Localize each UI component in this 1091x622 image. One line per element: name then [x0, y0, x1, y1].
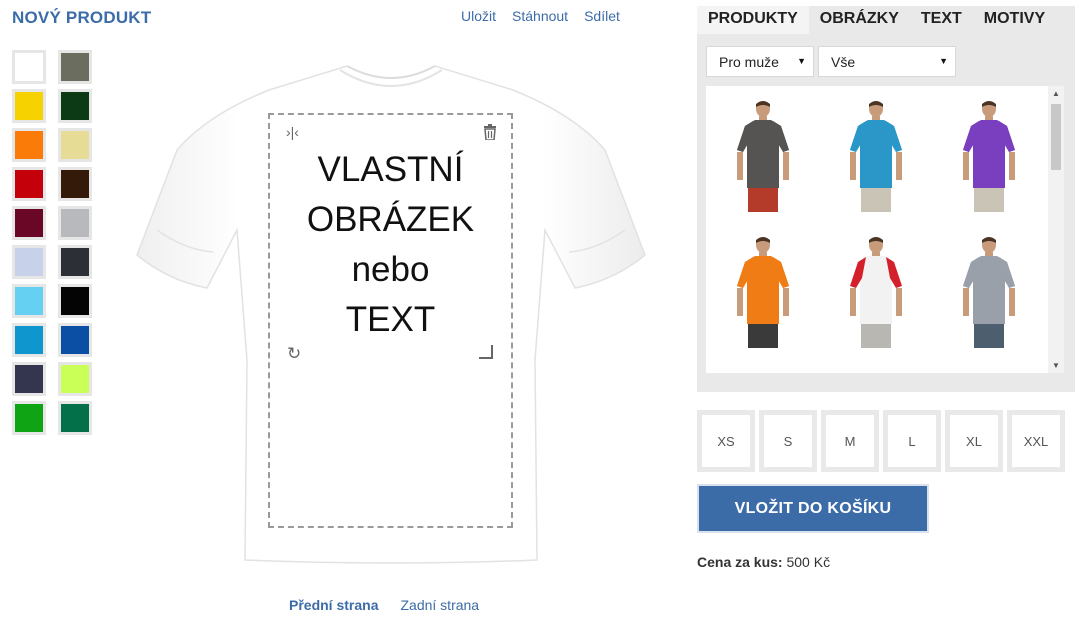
rotate-icon[interactable]: ↻	[287, 345, 301, 362]
print-text-line: OBRÁZEK	[306, 200, 475, 239]
dropdown-arrow-icon: ▼	[797, 56, 806, 66]
color-swatch[interactable]	[58, 167, 92, 201]
product-thumbnail[interactable]	[933, 222, 1046, 358]
product-panel: PRODUKTY OBRÁZKY TEXT MOTIVY Pro muže ▼ …	[697, 6, 1075, 392]
print-area[interactable]: ›|‹ VLASTNÍ OBRÁZEK nebo TEXT ↻	[268, 113, 513, 528]
product-gallery: ▲ ▼	[706, 86, 1064, 373]
size-selector: XS S M L XL XXL	[697, 410, 1065, 472]
tab-products[interactable]: PRODUKTY	[697, 6, 809, 34]
size-label: XXL	[1012, 415, 1060, 467]
type-select-value: Vše	[831, 54, 856, 70]
price-info: Cena za kus: 500 Kč	[697, 554, 830, 570]
gallery-scrollbar[interactable]: ▲ ▼	[1048, 86, 1064, 373]
color-swatch[interactable]	[12, 323, 46, 357]
type-select[interactable]: Vše ▼	[818, 46, 956, 77]
size-label: XL	[950, 415, 998, 467]
color-swatch[interactable]	[58, 323, 92, 357]
save-link[interactable]: Uložit	[461, 8, 496, 24]
color-swatch[interactable]	[12, 128, 46, 162]
size-label: S	[764, 415, 812, 467]
size-option[interactable]: XL	[945, 410, 1003, 472]
trash-icon[interactable]	[483, 124, 497, 142]
resize-icon[interactable]	[479, 345, 493, 359]
tab-images[interactable]: OBRÁZKY	[809, 6, 910, 34]
product-grid	[706, 86, 1046, 358]
price-label: Cena za kus:	[697, 554, 783, 570]
size-option[interactable]: XXL	[1007, 410, 1065, 472]
color-swatch[interactable]	[12, 167, 46, 201]
size-option[interactable]: L	[883, 410, 941, 472]
tab-text[interactable]: TEXT	[910, 6, 973, 34]
filters: Pro muže ▼ Vše ▼	[706, 46, 956, 77]
model-image	[849, 237, 902, 348]
side-tabs: Přední strana Zadní strana	[289, 597, 479, 613]
size-option[interactable]: XS	[697, 410, 755, 472]
size-label: XS	[702, 415, 750, 467]
color-swatch[interactable]	[12, 206, 46, 240]
size-option[interactable]: M	[821, 410, 879, 472]
color-swatch[interactable]	[12, 245, 46, 279]
tab-front-side[interactable]: Přední strana	[289, 597, 378, 613]
top-links: Uložit Stáhnout Sdílet	[461, 8, 620, 24]
mirror-icon[interactable]: ›|‹	[286, 125, 299, 139]
model-image	[849, 101, 902, 212]
price-value: 500 Kč	[786, 554, 831, 570]
size-label: M	[826, 415, 874, 467]
gender-select-value: Pro muže	[719, 54, 779, 70]
color-palette	[12, 50, 94, 435]
product-thumbnail[interactable]	[706, 222, 819, 358]
color-swatch[interactable]	[12, 284, 46, 318]
model-image	[736, 101, 789, 212]
share-link[interactable]: Sdílet	[584, 8, 620, 24]
color-swatch[interactable]	[58, 89, 92, 123]
color-swatch[interactable]	[58, 206, 92, 240]
color-swatch[interactable]	[58, 245, 92, 279]
color-swatch[interactable]	[12, 362, 46, 396]
print-text-line: nebo	[351, 250, 430, 289]
scroll-down-icon[interactable]: ▼	[1052, 361, 1060, 370]
scroll-up-icon[interactable]: ▲	[1052, 89, 1060, 98]
download-link[interactable]: Stáhnout	[512, 8, 568, 24]
print-text-line: VLASTNÍ	[317, 150, 464, 189]
model-image	[963, 101, 1016, 212]
model-image	[963, 237, 1016, 348]
color-swatch[interactable]	[58, 401, 92, 435]
product-thumbnail[interactable]	[933, 86, 1046, 222]
color-swatch[interactable]	[58, 284, 92, 318]
color-swatch[interactable]	[58, 128, 92, 162]
add-to-cart-button[interactable]: VLOŽIT DO KOŠÍKU	[697, 484, 929, 533]
scroll-thumb[interactable]	[1051, 104, 1061, 170]
color-swatch[interactable]	[12, 401, 46, 435]
color-swatch[interactable]	[58, 50, 92, 84]
tab-back-side[interactable]: Zadní strana	[400, 597, 479, 613]
print-text-line: TEXT	[345, 300, 436, 339]
product-thumbnail[interactable]	[819, 222, 932, 358]
gender-select[interactable]: Pro muže ▼	[706, 46, 814, 77]
product-thumbnail[interactable]	[706, 86, 819, 222]
panel-tabs: PRODUKTY OBRÁZKY TEXT MOTIVY	[697, 6, 1056, 34]
custom-design-text[interactable]: VLASTNÍ OBRÁZEK nebo TEXT	[270, 145, 511, 345]
model-image	[736, 237, 789, 348]
tab-motifs[interactable]: MOTIVY	[973, 6, 1056, 34]
dropdown-arrow-icon: ▼	[939, 56, 948, 66]
color-swatch[interactable]	[12, 89, 46, 123]
color-swatch[interactable]	[12, 50, 46, 84]
size-label: L	[888, 415, 936, 467]
color-swatch[interactable]	[58, 362, 92, 396]
product-thumbnail[interactable]	[819, 86, 932, 222]
page-title: NOVÝ PRODUKT	[12, 8, 152, 27]
size-option[interactable]: S	[759, 410, 817, 472]
